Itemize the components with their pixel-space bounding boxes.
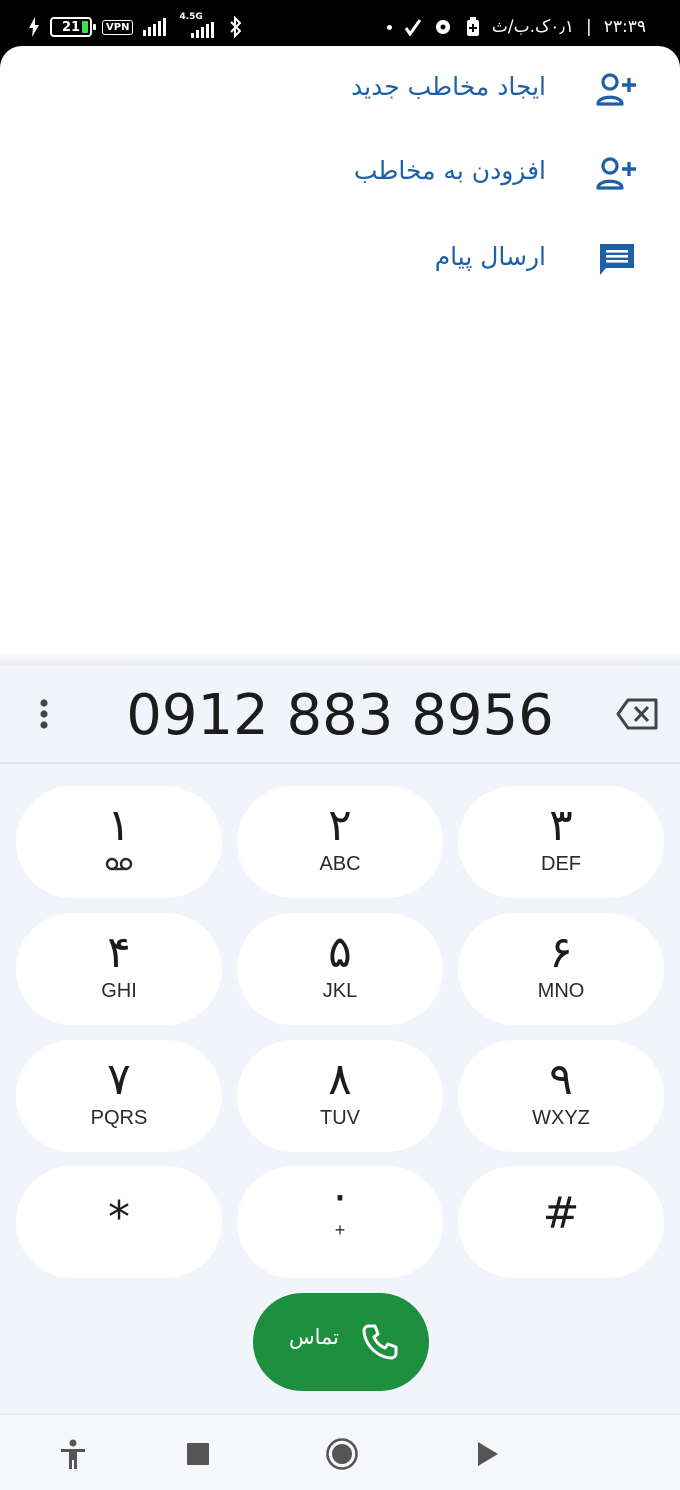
charging-icon (29, 17, 39, 37)
add-to-contact-label: افزودن به مخاطب (353, 156, 546, 185)
play-icon[interactable] (470, 1437, 504, 1471)
status-bar-left: 21 VPN 4.5G (28, 12, 243, 40)
dial-key-4[interactable]: ۴ GHI (16, 913, 222, 1025)
dial-key-digit: ۳ (549, 800, 573, 851)
bluetooth-icon (230, 16, 242, 38)
call-button-label: تماس (288, 1325, 339, 1349)
dial-key-star[interactable]: * (16, 1166, 222, 1278)
dial-key-digit: ۵ (328, 927, 352, 978)
status-bar: 21 VPN 4.5G ۰٫۱ک.ب/ث | ۲۳:۳۹ (0, 0, 680, 52)
battery-indicator: 21 (50, 17, 96, 37)
network-type-label: 4.5G (179, 12, 203, 22)
dialpad-panel: 0912 883 8956 ۱ ۲ ABC ۳ DEF ۴ GHI ۵ JKL … (0, 666, 680, 1414)
dial-key-5[interactable]: ۵ JKL (237, 913, 443, 1025)
create-new-contact-row[interactable]: ایجاد مخاطب جدید (0, 60, 680, 120)
dial-key-9[interactable]: ۹ WXYZ (458, 1040, 664, 1152)
dial-key-letters: MNO (537, 980, 585, 1002)
dial-key-7[interactable]: ۷ PQRS (16, 1040, 222, 1152)
phone-icon (362, 1324, 398, 1360)
call-button[interactable]: تماس (253, 1293, 429, 1391)
navigation-bar (0, 1414, 680, 1490)
dial-key-letters: TUV (320, 1107, 360, 1129)
dial-key-0[interactable]: ۰ + (237, 1166, 443, 1278)
send-message-row[interactable]: ارسال پیام (0, 230, 680, 290)
network-indicator: 4.5G (179, 12, 219, 38)
screen: 21 VPN 4.5G ۰٫۱ک.ب/ث | ۲۳:۳۹ ایجاد مخاطب… (0, 0, 680, 1490)
dial-key-8[interactable]: ۸ TUV (237, 1040, 443, 1152)
dial-key-digit: ۰ (328, 1170, 352, 1221)
status-bar-right: ۰٫۱ک.ب/ث | ۲۳:۳۹ (386, 14, 646, 40)
dial-key-digit: # (542, 1188, 580, 1239)
add-to-contact-row[interactable]: افزودن به مخاطب (0, 144, 680, 204)
dial-key-letters: + (334, 1220, 346, 1240)
accessibility-icon[interactable] (56, 1437, 90, 1471)
voicemail-icon (105, 857, 133, 871)
dial-key-2[interactable]: ۲ ABC (237, 786, 443, 898)
dot-icon (386, 24, 392, 30)
dial-key-letters: GHI (101, 980, 137, 1002)
dial-key-letters: JKL (322, 980, 358, 1002)
number-bar: 0912 883 8956 (0, 666, 680, 764)
person-add-icon (596, 73, 636, 106)
dial-key-letters: DEF (541, 853, 581, 875)
dial-key-digit: ۸ (328, 1054, 352, 1105)
media-icon (435, 20, 450, 34)
dial-key-digit: ۴ (107, 927, 131, 978)
dial-key-digit: ۶ (549, 927, 573, 978)
dial-key-letters: PQRS (90, 1107, 148, 1129)
battery-level: 21 (61, 19, 81, 35)
dial-key-6[interactable]: ۶ MNO (458, 913, 664, 1025)
backspace-icon[interactable] (616, 696, 660, 732)
dial-key-digit: ۷ (107, 1054, 131, 1105)
dial-key-letters: WXYZ (532, 1107, 590, 1129)
dial-key-1[interactable]: ۱ (16, 786, 222, 898)
suggestion-sheet: ایجاد مخاطب جدید افزودن به مخاطب ارسال پ… (0, 46, 680, 666)
signal-icon (143, 18, 167, 36)
signal-2-icon (191, 22, 215, 38)
dial-key-digit: ۹ (549, 1054, 573, 1105)
dial-key-hash[interactable]: # (458, 1166, 664, 1278)
dialed-number[interactable]: 0912 883 8956 (90, 678, 590, 754)
more-options-icon[interactable] (24, 694, 64, 734)
data-speed: ۰٫۱ک.ب/ث (491, 17, 574, 37)
clock: ۲۳:۳۹ (603, 17, 646, 37)
send-message-label: ارسال پیام (434, 242, 546, 271)
create-new-contact-label: ایجاد مخاطب جدید (351, 72, 546, 101)
dial-key-letters: ABC (319, 853, 361, 875)
message-icon (600, 244, 634, 275)
battery-saver-icon (466, 17, 479, 36)
dial-key-3[interactable]: ۳ DEF (458, 786, 664, 898)
dial-key-digit: ۲ (328, 800, 352, 851)
person-add-icon (596, 157, 636, 190)
vpn-badge: VPN (102, 19, 134, 35)
dial-key-digit: * (108, 1192, 130, 1243)
check-icon (404, 19, 422, 36)
record-icon[interactable] (325, 1437, 359, 1471)
dial-key-digit: ۱ (107, 800, 131, 851)
stop-icon[interactable] (181, 1437, 215, 1471)
status-separator: | (586, 17, 592, 37)
